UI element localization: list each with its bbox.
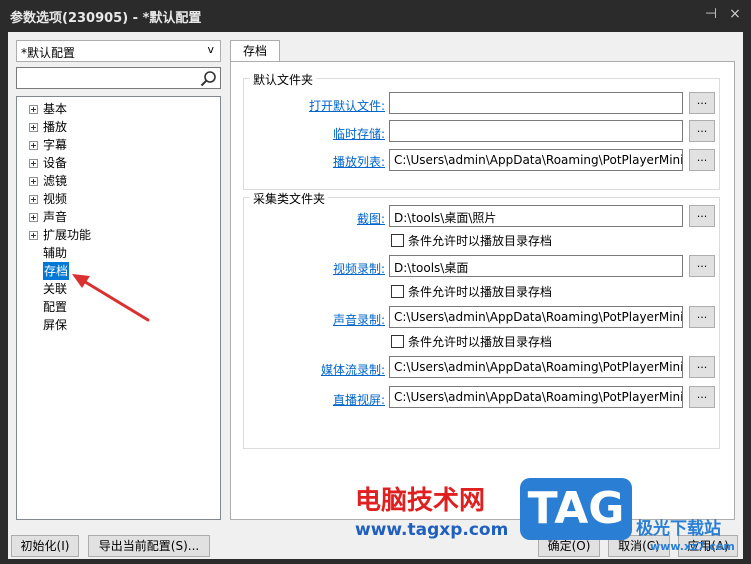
tree-item-label: 辅助	[43, 246, 68, 260]
open-default-file-field[interactable]	[389, 92, 683, 114]
tree-item-label: 存档	[43, 262, 70, 280]
tree-item-label: 播放	[43, 120, 68, 134]
expand-plus-icon[interactable]	[29, 141, 38, 150]
expand-plus-icon[interactable]	[29, 123, 38, 132]
watermark-site-cn: 极光下载站	[636, 519, 721, 539]
archive-panel: 默认文件夹 采集类文件夹 打开默认文件: ... 临时存储: ... 播放列表:…	[230, 61, 735, 520]
browse-open-default-button[interactable]: ...	[689, 92, 715, 114]
checkbox-box[interactable]	[391, 234, 404, 247]
expand-plus-icon[interactable]	[29, 213, 38, 222]
tree-item-label: 视频	[43, 192, 68, 206]
pin-icon[interactable]: ⊣	[703, 6, 719, 22]
browse-video-record-button[interactable]: ...	[689, 255, 715, 277]
export-config-button[interactable]: 导出当前配置(S)...	[88, 535, 210, 557]
expand-plus-icon[interactable]	[29, 105, 38, 114]
close-icon[interactable]: ×	[727, 6, 743, 22]
stream-record-label[interactable]: 媒体流录制:	[271, 361, 385, 378]
browse-stream-record-button[interactable]: ...	[689, 356, 715, 378]
window-title: 参数选项(230905) - *默认配置	[10, 11, 202, 26]
settings-search[interactable]	[16, 67, 221, 89]
checkbox-label: 条件允许时以播放目录存档	[408, 234, 553, 248]
checkbox-box[interactable]	[391, 285, 404, 298]
search-input[interactable]	[20, 70, 195, 86]
tree-item-label: 屏保	[43, 318, 68, 332]
video-record-field[interactable]: D:\tools\桌面	[389, 255, 683, 277]
checkbox-label: 条件允许时以播放目录存档	[408, 335, 553, 349]
audio-record-field[interactable]: C:\Users\admin\AppData\Roaming\PotPlayer…	[389, 306, 683, 328]
playlist-field[interactable]: C:\Users\admin\AppData\Roaming\PotPlayer…	[389, 149, 683, 171]
video-playdir-checkbox[interactable]: 条件允许时以播放目录存档	[391, 283, 591, 299]
browse-screenshot-button[interactable]: ...	[689, 205, 715, 227]
expand-plus-icon[interactable]	[29, 159, 38, 168]
expand-plus-icon[interactable]	[29, 231, 38, 240]
tree-item-label: 配置	[43, 300, 68, 314]
screenshot-playdir-checkbox[interactable]: 条件允许时以播放目录存档	[391, 232, 591, 248]
profile-value: *默认配置	[21, 46, 76, 60]
tree-item-label: 字幕	[43, 138, 68, 152]
tag-logo: TAG	[520, 478, 632, 540]
open-default-file-label[interactable]: 打开默认文件:	[271, 97, 385, 114]
live-view-field[interactable]: C:\Users\admin\AppData\Roaming\PotPlayer…	[389, 386, 683, 408]
chevron-down-icon: v	[207, 43, 214, 56]
expand-plus-icon[interactable]	[29, 177, 38, 186]
checkbox-box[interactable]	[391, 335, 404, 348]
search-icon[interactable]	[200, 70, 217, 87]
watermark-site-url: www.xz7.com	[650, 540, 735, 553]
audio-playdir-checkbox[interactable]: 条件允许时以播放目录存档	[391, 333, 591, 349]
initialize-button[interactable]: 初始化(I)	[11, 535, 79, 557]
tree-item-label: 声音	[43, 210, 68, 224]
browse-audio-record-button[interactable]: ...	[689, 306, 715, 328]
screenshot-label[interactable]: 截图:	[271, 210, 385, 227]
browse-playlist-button[interactable]: ...	[689, 149, 715, 171]
watermark-brand: 电脑技术网	[355, 486, 486, 516]
audio-record-label[interactable]: 声音录制:	[271, 311, 385, 328]
title-bar: 参数选项(230905) - *默认配置 ⊣ ×	[0, 0, 751, 32]
tab-archive[interactable]: 存档	[230, 40, 280, 62]
browse-live-view-button[interactable]: ...	[689, 386, 715, 408]
checkbox-label: 条件允许时以播放目录存档	[408, 285, 553, 299]
tree-item-label: 设备	[43, 156, 68, 170]
temp-storage-label[interactable]: 临时存储:	[271, 125, 385, 142]
profile-dropdown[interactable]: *默认配置 v	[16, 40, 221, 62]
screenshot-field[interactable]: D:\tools\桌面\照片	[389, 205, 683, 227]
capture-folders-legend: 采集类文件夹	[250, 190, 329, 207]
live-view-label[interactable]: 直播视屏:	[271, 391, 385, 408]
tree-item-label: 扩展功能	[43, 228, 92, 242]
default-folders-legend: 默认文件夹	[250, 71, 317, 88]
playlist-label[interactable]: 播放列表:	[271, 153, 385, 170]
tree-item-label: 关联	[43, 282, 68, 296]
expand-plus-icon[interactable]	[29, 195, 38, 204]
temp-storage-field[interactable]	[389, 120, 683, 142]
browse-temp-storage-button[interactable]: ...	[689, 120, 715, 142]
stream-record-field[interactable]: C:\Users\admin\AppData\Roaming\PotPlayer…	[389, 356, 683, 378]
tree-item-label: 滤镜	[43, 174, 68, 188]
watermark-url: www.tagxp.com	[355, 520, 509, 540]
tree-item-label: 基本	[43, 102, 68, 116]
annotation-arrow	[72, 274, 150, 322]
video-record-label[interactable]: 视频录制:	[271, 260, 385, 277]
